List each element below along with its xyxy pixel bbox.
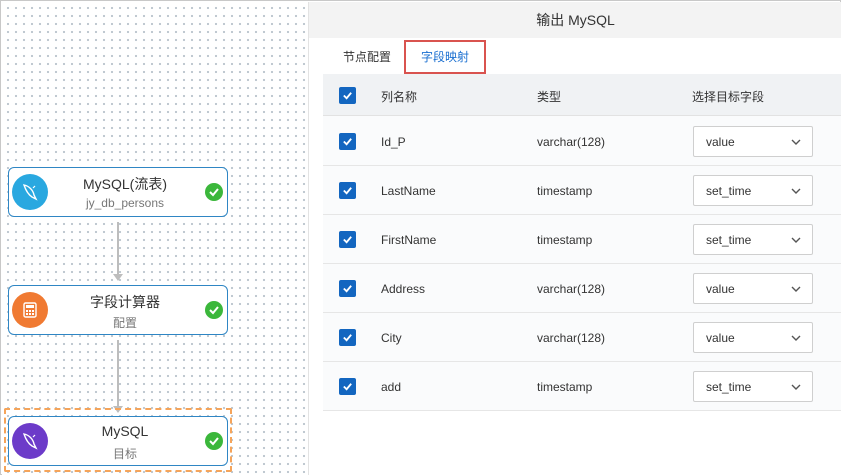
node-title: MySQL bbox=[101, 423, 149, 439]
target-field-select[interactable]: set_time bbox=[693, 224, 813, 255]
tab-bar: 节点配置 字段映射 bbox=[323, 38, 841, 74]
chevron-down-icon bbox=[790, 185, 802, 200]
target-field-select[interactable]: value bbox=[693, 322, 813, 353]
table-row: LastName timestamp set_time bbox=[323, 166, 841, 215]
target-field-select[interactable]: set_time bbox=[693, 175, 813, 206]
type-cell: timestamp bbox=[537, 233, 593, 247]
row-checkbox[interactable] bbox=[339, 378, 356, 395]
node-subtitle: 目标 bbox=[112, 447, 137, 461]
column-name-cell: FirstName bbox=[381, 233, 437, 247]
config-panel: 输出 MySQL 节点配置 字段映射 列名称 类型 选择目标字段 Id_Pvar… bbox=[308, 2, 841, 475]
row-checkbox[interactable] bbox=[339, 182, 356, 199]
table-row: add timestamp set_time bbox=[323, 362, 841, 411]
connector-arrow-icon bbox=[113, 274, 123, 281]
connector-line bbox=[117, 222, 119, 274]
chevron-down-icon bbox=[790, 234, 802, 249]
tab-field-mapping[interactable]: 字段映射 bbox=[404, 40, 486, 74]
node-subtitle: 配置 bbox=[112, 316, 137, 330]
flow-canvas[interactable]: MySQL(流表) jy_db_persons 字段计算器 配置 MySQL 目… bbox=[2, 2, 308, 475]
column-name-cell: Id_P bbox=[381, 135, 406, 149]
target-field-value: set_time bbox=[706, 380, 752, 394]
target-field-value: value bbox=[706, 135, 735, 149]
panel-title: 输出 MySQL bbox=[309, 2, 841, 38]
type-cell: varchar(128) bbox=[537, 282, 606, 296]
chevron-down-icon bbox=[790, 332, 802, 347]
node-mysql-source[interactable]: MySQL(流表) jy_db_persons bbox=[8, 167, 228, 217]
target-field-value: value bbox=[706, 331, 735, 345]
target-field-value: value bbox=[706, 282, 735, 296]
table-header-row: 列名称 类型 选择目标字段 bbox=[323, 74, 841, 116]
check-icon bbox=[205, 183, 223, 201]
check-icon bbox=[205, 301, 223, 319]
calculator-icon bbox=[12, 292, 48, 328]
mysql-dolphin-icon bbox=[12, 174, 48, 210]
row-checkbox[interactable] bbox=[339, 280, 356, 297]
window-frame: MySQL(流表) jy_db_persons 字段计算器 配置 MySQL 目… bbox=[0, 0, 841, 475]
row-checkbox[interactable] bbox=[339, 133, 356, 150]
table-row: City varchar(128) value bbox=[323, 313, 841, 362]
type-cell: varchar(128) bbox=[537, 331, 606, 345]
column-name-cell: Address bbox=[381, 282, 426, 296]
row-checkbox[interactable] bbox=[339, 329, 356, 346]
tab-node-config[interactable]: 节点配置 bbox=[337, 40, 397, 74]
row-checkbox[interactable] bbox=[339, 231, 356, 248]
chevron-down-icon bbox=[790, 136, 802, 151]
select-all-checkbox[interactable] bbox=[339, 87, 356, 104]
table-row: Id_P varchar(128) value bbox=[323, 117, 841, 166]
field-mapping-table: 列名称 类型 选择目标字段 Id_P varchar(128) value LastN… bbox=[323, 74, 841, 411]
type-cell: timestamp bbox=[537, 184, 593, 198]
column-name-cell: City bbox=[381, 331, 402, 345]
type-cell: timestamp bbox=[537, 380, 593, 394]
mysql-dolphin-icon bbox=[12, 423, 48, 459]
table-row: FirstName timestamp set_time bbox=[323, 215, 841, 264]
node-title: MySQL(流表) bbox=[83, 176, 167, 192]
chevron-down-icon bbox=[790, 381, 802, 396]
column-name-cell: LastName bbox=[381, 184, 436, 198]
table-row: Address varchar(128) value bbox=[323, 264, 841, 313]
column-name-cell: add bbox=[381, 380, 402, 394]
header-column-name: 列名称 bbox=[381, 90, 418, 104]
target-field-select[interactable]: value bbox=[693, 126, 813, 157]
node-mysql-target[interactable]: MySQL 目标 bbox=[8, 416, 228, 466]
node-subtitle: jy_db_persons bbox=[85, 196, 165, 210]
header-type: 类型 bbox=[537, 90, 562, 104]
target-field-value: set_time bbox=[706, 184, 752, 198]
target-field-select[interactable]: set_time bbox=[693, 371, 813, 402]
node-field-calculator[interactable]: 字段计算器 配置 bbox=[8, 285, 228, 335]
node-title: 字段计算器 bbox=[90, 294, 160, 310]
check-icon bbox=[205, 432, 223, 450]
type-cell: varchar(128) bbox=[537, 135, 606, 149]
connector-line bbox=[117, 340, 119, 406]
target-field-value: set_time bbox=[706, 233, 752, 247]
target-field-select[interactable]: value bbox=[693, 273, 813, 304]
chevron-down-icon bbox=[790, 283, 802, 298]
header-target-field: 选择目标字段 bbox=[692, 90, 765, 104]
